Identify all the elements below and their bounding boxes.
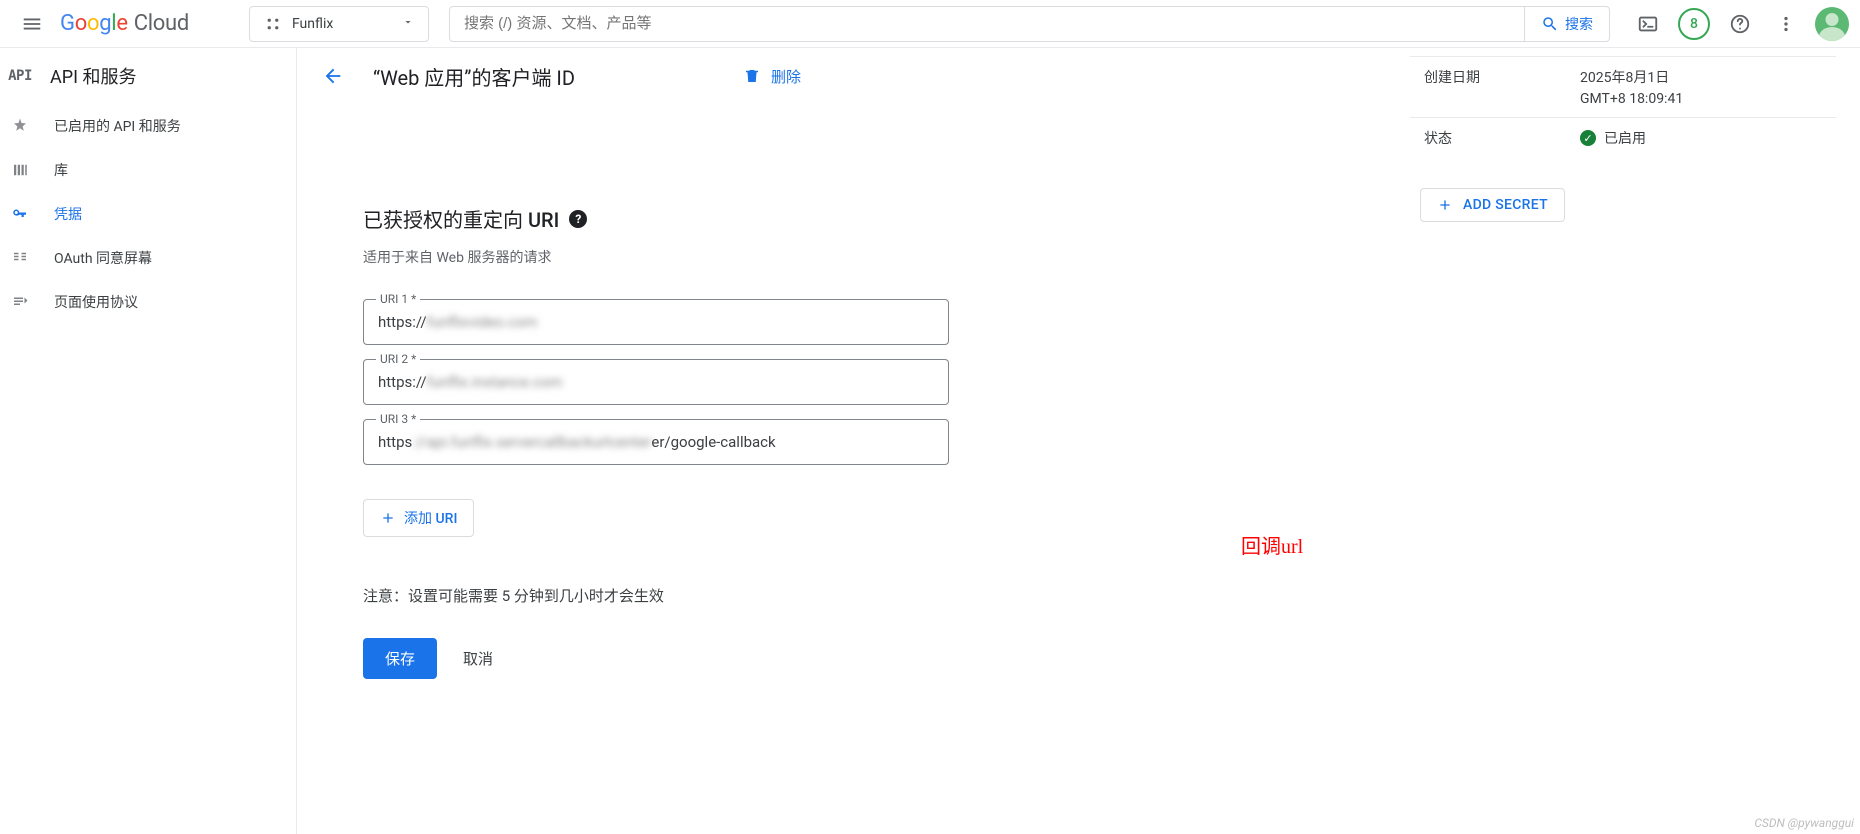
section-subtitle: 适用于来自 Web 服务器的请求 (363, 247, 1083, 267)
search-icon (1541, 15, 1559, 33)
api-logo-icon: API (0, 68, 40, 84)
search-input[interactable] (450, 7, 1524, 41)
uri-label-2: URI 2 * (376, 352, 420, 366)
created-value-1: 2025年8月1日 (1580, 67, 1836, 87)
top-actions: 8 (1628, 4, 1852, 44)
save-button[interactable]: 保存 (363, 638, 437, 679)
avatar-icon (1815, 7, 1849, 41)
cloud-shell-icon[interactable] (1628, 4, 1668, 44)
main: “Web 应用”的客户端 ID 删除 已获授权的重定向 URI ? 适用于来自 … (297, 48, 1860, 834)
section-title: 已获授权的重定向 URI ? (363, 204, 1083, 233)
trash-icon (743, 67, 761, 85)
project-icon (264, 15, 282, 33)
sidebar-item-label: 凭据 (54, 204, 82, 224)
project-picker[interactable]: Funflix (249, 6, 429, 42)
note-text: 注意：设置可能需要 5 分钟到几小时才会生效 (363, 585, 1083, 606)
plus-icon (1437, 197, 1453, 213)
google-cloud-logo[interactable]: Google Cloud (60, 11, 189, 36)
sidebar-item-label: OAuth 同意屏幕 (54, 248, 152, 268)
add-secret-label: ADD SECRET (1463, 197, 1548, 213)
uri-input-2[interactable] (364, 360, 948, 404)
created-label: 创建日期 (1410, 67, 1580, 107)
arrow-left-icon (322, 65, 344, 87)
uri-fields: URI 1 * https://funflixvideo.com URI 2 *… (363, 299, 949, 465)
info-row-created: 创建日期 2025年8月1日 GMT+8 18:09:41 (1410, 57, 1836, 117)
sidebar-item-credentials[interactable]: 凭据 (0, 192, 296, 236)
watermark: CSDN @pywanggui (1754, 816, 1854, 830)
consent-icon (0, 249, 40, 267)
enabled-apis-icon (0, 117, 40, 135)
callback-annotation: 回调url (1241, 530, 1303, 559)
uri-field-1[interactable]: URI 1 * https://funflixvideo.com (363, 299, 949, 345)
add-uri-label: 添加 URI (404, 508, 457, 528)
uri-input-3[interactable] (364, 420, 948, 464)
section-title-text: 已获授权的重定向 URI (363, 204, 559, 233)
uri-field-3[interactable]: URI 3 * https://api.funflix.servercallba… (363, 419, 949, 465)
notifications-badge[interactable]: 8 (1674, 4, 1714, 44)
cloud-label: Cloud (134, 11, 189, 36)
page-toolbar: “Web 应用”的客户端 ID 删除 (321, 48, 1410, 104)
back-button[interactable] (321, 65, 345, 87)
account-avatar[interactable] (1812, 4, 1852, 44)
key-icon (0, 205, 40, 223)
form-area: 已获授权的重定向 URI ? 适用于来自 Web 服务器的请求 URI 1 * … (363, 204, 1083, 679)
caret-down-icon (402, 16, 414, 32)
form-actions: 保存 取消 (363, 638, 1083, 679)
sidebar-item-library[interactable]: 库 (0, 148, 296, 192)
delete-button[interactable]: 删除 (743, 66, 801, 87)
search-bar: 搜索 (449, 6, 1610, 42)
page-title: “Web 应用”的客户端 ID (373, 62, 575, 91)
delete-label: 删除 (771, 66, 801, 87)
more-icon[interactable] (1766, 4, 1806, 44)
sidebar-item-terms[interactable]: 页面使用协议 (0, 280, 296, 324)
cancel-button[interactable]: 取消 (463, 648, 493, 669)
status-value: 已启用 (1580, 128, 1646, 148)
info-row-status: 状态 已启用 (1410, 117, 1836, 158)
sidebar-item-label: 页面使用协议 (54, 292, 138, 312)
created-value-2: GMT+8 18:09:41 (1580, 91, 1836, 107)
info-panel: 创建日期 2025年8月1日 GMT+8 18:09:41 状态 已启用 ADD… (1410, 48, 1860, 834)
uri-input-1[interactable] (364, 300, 948, 344)
help-icon[interactable]: ? (569, 210, 587, 228)
add-secret-button[interactable]: ADD SECRET (1420, 188, 1565, 222)
uri-field-2[interactable]: URI 2 * https://funflix.instance.com (363, 359, 949, 405)
terms-icon (0, 293, 40, 311)
badge-count: 8 (1678, 8, 1710, 40)
uri-label-1: URI 1 * (376, 292, 420, 306)
sidebar-header: API API 和服务 (0, 48, 296, 104)
sidebar: API API 和服务 已启用的 API 和服务 库 凭据 OAuth 同意 (0, 48, 297, 834)
library-icon (0, 161, 40, 179)
sidebar-item-label: 已启用的 API 和服务 (54, 116, 181, 136)
uri-label-3: URI 3 * (376, 412, 420, 426)
add-uri-button[interactable]: 添加 URI (363, 499, 474, 537)
sidebar-item-enabled-apis[interactable]: 已启用的 API 和服务 (0, 104, 296, 148)
project-name: Funflix (292, 16, 392, 32)
help-icon[interactable] (1720, 4, 1760, 44)
hamburger-menu-icon[interactable] (8, 0, 56, 48)
sidebar-item-oauth-consent[interactable]: OAuth 同意屏幕 (0, 236, 296, 280)
status-label: 状态 (1410, 128, 1580, 148)
sidebar-title: API 和服务 (50, 63, 136, 89)
plus-icon (380, 510, 396, 526)
search-button[interactable]: 搜索 (1524, 7, 1609, 41)
content: “Web 应用”的客户端 ID 删除 已获授权的重定向 URI ? 适用于来自 … (297, 48, 1410, 834)
search-button-label: 搜索 (1565, 14, 1593, 34)
top-bar: Google Cloud Funflix 搜索 8 (0, 0, 1860, 48)
sidebar-item-label: 库 (54, 160, 68, 180)
